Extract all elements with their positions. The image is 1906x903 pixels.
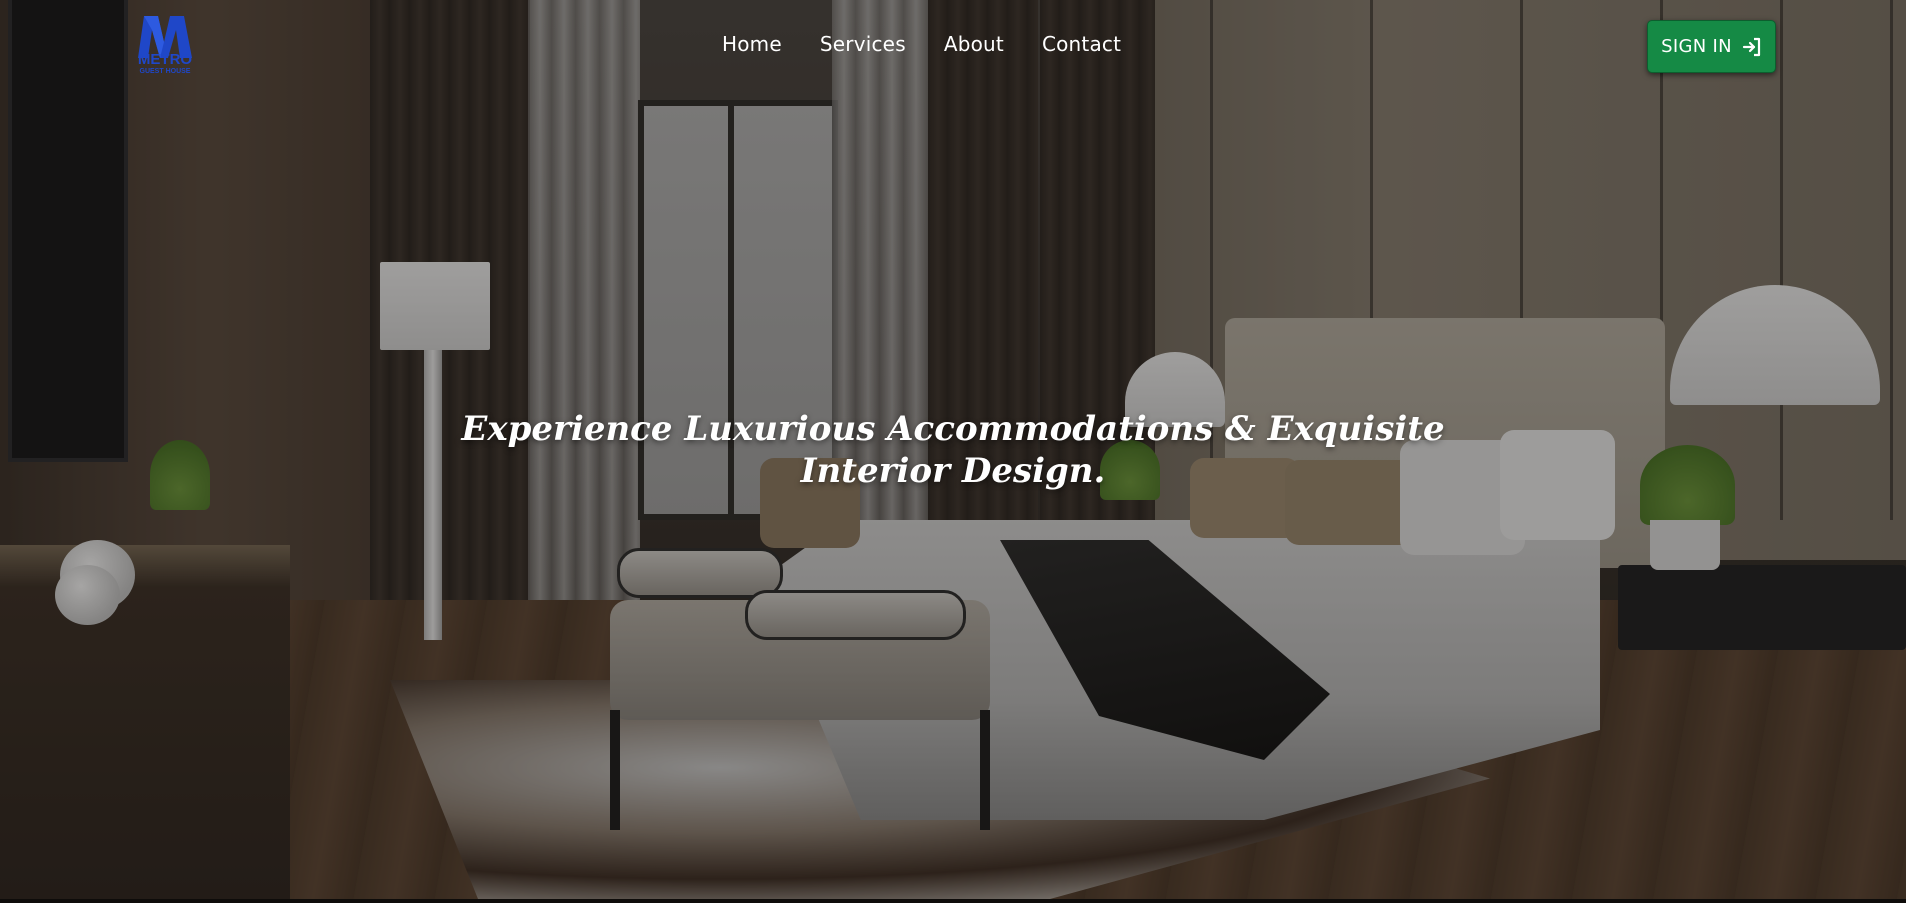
nav-link-services[interactable]: Services [820, 32, 906, 56]
bottom-edge [0, 899, 1906, 903]
hero-headline: Experience Luxurious Accommodations & Ex… [461, 409, 1445, 491]
nav-link-about[interactable]: About [944, 32, 1004, 56]
brand-name: METRO [137, 51, 193, 68]
brand-logo[interactable]: METRO GUEST HOUSE [130, 12, 200, 84]
main-nav: Home Services About Contact [722, 32, 1121, 56]
nav-link-contact[interactable]: Contact [1042, 32, 1121, 56]
brand-subtitle: GUEST HOUSE [139, 68, 191, 75]
sign-in-arrow-icon [1742, 37, 1762, 57]
sign-in-button[interactable]: SIGN IN [1647, 20, 1776, 73]
sign-in-label: SIGN IN [1661, 36, 1732, 57]
hero-section: METRO GUEST HOUSE Home Services About Co… [0, 0, 1906, 899]
nav-link-home[interactable]: Home [722, 32, 782, 56]
